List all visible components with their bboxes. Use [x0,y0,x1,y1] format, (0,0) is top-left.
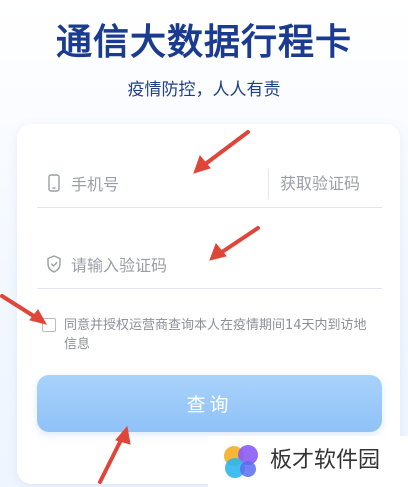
watermark: 板才软件园 [208,436,408,487]
phone-row: 获取验证码 [37,161,382,208]
get-code-button[interactable]: 获取验证码 [280,169,360,199]
agreement-checkbox[interactable] [42,318,56,332]
page-subtitle: 疫情防控，人人有责 [127,80,281,100]
shield-icon [47,255,61,273]
code-row [37,242,382,289]
phone-icon [48,174,60,192]
watermark-logo-icon [224,445,258,478]
page-title: 通信大数据行程卡 [55,22,352,63]
verification-code-input[interactable] [71,250,371,280]
query-button[interactable]: 查询 [37,375,382,432]
login-card: 获取验证码 同意并授权运营商查询本人在疫情期间14天内到访地信息 查询 [17,124,400,484]
watermark-text: 板才软件园 [270,448,381,473]
phone-input[interactable] [71,169,261,199]
field-divider [268,169,269,199]
agreement-text: 同意并授权运营商查询本人在疫情期间14天内到访地信息 [64,318,367,352]
